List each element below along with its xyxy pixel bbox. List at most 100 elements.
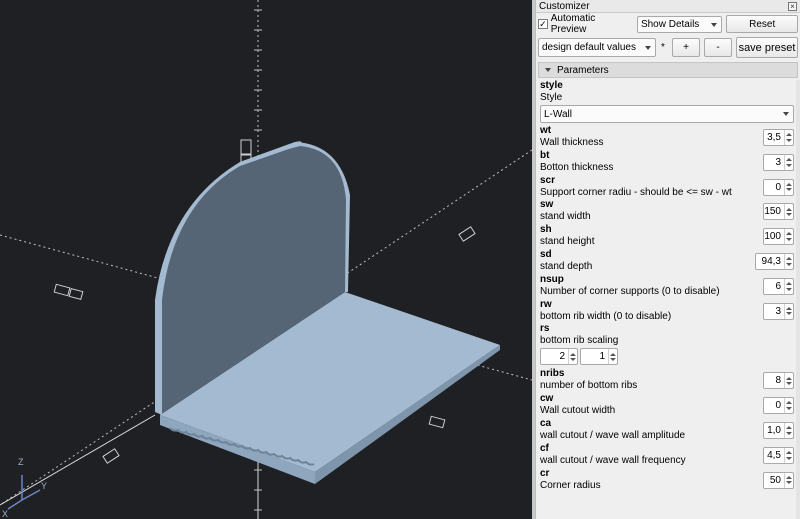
param-sd-input[interactable]: 94,3 bbox=[755, 252, 794, 270]
spin-up-icon[interactable] bbox=[786, 182, 792, 186]
param-name: scr bbox=[540, 174, 556, 186]
spin-down-icon[interactable] bbox=[786, 481, 792, 485]
chevron-down-icon bbox=[645, 46, 651, 50]
param-nsup-input[interactable]: 6 bbox=[763, 277, 794, 295]
spin-up-icon[interactable] bbox=[786, 306, 792, 310]
spin-up-icon[interactable] bbox=[786, 401, 792, 405]
3d-viewport[interactable]: Z Y X bbox=[0, 0, 532, 519]
param-desc: wall cutout / wave wall frequency bbox=[540, 454, 686, 466]
param-name: rw bbox=[540, 298, 552, 310]
spin-down-icon[interactable] bbox=[786, 213, 792, 217]
param-name: cf bbox=[540, 442, 549, 454]
param-sw-input[interactable]: 150 bbox=[763, 203, 794, 221]
param-cw: cw Wall cutout width 0 bbox=[540, 393, 794, 418]
param-desc: Style bbox=[540, 92, 563, 103]
param-name: bt bbox=[540, 149, 550, 161]
axis-gizmo: Z Y X bbox=[2, 457, 47, 519]
param-sw: sw stand width 150 bbox=[540, 199, 794, 224]
spin-up-icon[interactable] bbox=[786, 282, 792, 286]
spin-down-icon[interactable] bbox=[786, 237, 792, 241]
parameters-list: style Style L-Wall wt Wall thickness 3,5 bt… bbox=[540, 80, 794, 492]
scrollbar[interactable] bbox=[796, 80, 800, 519]
spin-up-icon[interactable] bbox=[786, 451, 792, 455]
param-nribs: nribs number of bottom ribs 8 bbox=[540, 368, 794, 393]
spin-down-icon[interactable] bbox=[786, 456, 792, 460]
param-desc: Corner radius bbox=[540, 479, 601, 491]
spin-down-icon[interactable] bbox=[786, 431, 792, 435]
param-desc: bottom rib scaling bbox=[540, 335, 619, 347]
spin-up-icon[interactable] bbox=[786, 376, 792, 380]
modified-marker: * bbox=[661, 42, 665, 53]
param-name: sw bbox=[540, 199, 554, 211]
spin-up-icon[interactable] bbox=[786, 475, 792, 479]
close-icon[interactable]: × bbox=[788, 1, 797, 11]
param-desc: Wall thickness bbox=[540, 137, 604, 148]
param-cw-input[interactable]: 0 bbox=[763, 397, 794, 415]
param-rw-input[interactable]: 3 bbox=[763, 302, 794, 320]
customizer-title: Customizer bbox=[539, 0, 590, 12]
save-preset-button[interactable]: save preset bbox=[736, 37, 798, 58]
add-preset-button[interactable]: + bbox=[672, 38, 700, 57]
spin-down-icon bbox=[610, 358, 616, 362]
spin-up-icon[interactable] bbox=[786, 426, 792, 430]
param-scr-input[interactable]: 0 bbox=[763, 178, 794, 196]
reset-button[interactable]: Reset bbox=[726, 15, 799, 33]
spin-down-icon[interactable] bbox=[786, 188, 792, 192]
param-sh: sh stand height 100 bbox=[540, 224, 794, 249]
x-axis-label: X bbox=[2, 509, 8, 519]
param-ca-input[interactable]: 1,0 bbox=[763, 421, 794, 439]
param-desc: bottom rib width (0 to disable) bbox=[540, 310, 672, 322]
customizer-titlebar: Customizer × bbox=[536, 0, 800, 13]
param-name: cr bbox=[540, 467, 550, 479]
parameters-header[interactable]: Parameters bbox=[538, 62, 798, 78]
spin-up-icon[interactable] bbox=[786, 232, 792, 236]
param-name: nribs bbox=[540, 368, 565, 380]
remove-preset-button[interactable]: - bbox=[704, 38, 732, 57]
chevron-down-icon bbox=[711, 22, 718, 27]
z-axis-label: Z bbox=[18, 457, 24, 467]
y-axis-label: Y bbox=[41, 481, 47, 491]
param-name: cw bbox=[540, 393, 554, 405]
spin-up-icon[interactable] bbox=[786, 133, 792, 137]
rs-spin-1[interactable]: 1 bbox=[580, 348, 618, 366]
param-cf: cf wall cutout / wave wall frequency 4,5 bbox=[540, 443, 794, 468]
spin-down-icon[interactable] bbox=[786, 262, 792, 266]
spin-up-icon[interactable] bbox=[786, 207, 792, 211]
param-desc: Support corner radiu - should be <= sw -… bbox=[540, 186, 732, 198]
details-select[interactable]: Show Details bbox=[636, 15, 723, 33]
param-bt-input[interactable]: 3 bbox=[763, 153, 794, 171]
viewport-canvas[interactable]: Z Y X bbox=[0, 0, 532, 519]
spin-down-icon[interactable] bbox=[786, 406, 792, 410]
param-name: wt bbox=[540, 125, 552, 136]
automatic-preview-checkbox[interactable]: ✓ bbox=[538, 19, 548, 29]
param-bt: bt Botton thickness 3 bbox=[540, 150, 794, 175]
spin-up-icon[interactable] bbox=[786, 158, 792, 162]
param-nribs-input[interactable]: 8 bbox=[763, 372, 794, 390]
param-desc: wall cutout / wave wall amplitude bbox=[540, 429, 686, 441]
param-wt: wt Wall thickness 3,5 bbox=[540, 125, 794, 150]
param-cf-input[interactable]: 4,5 bbox=[763, 446, 794, 464]
spin-up-icon bbox=[610, 352, 616, 356]
param-name: ca bbox=[540, 417, 552, 429]
param-name: sh bbox=[540, 224, 552, 236]
collapse-icon bbox=[545, 68, 551, 72]
style-select[interactable]: L-Wall bbox=[540, 105, 794, 123]
spin-down-icon[interactable] bbox=[786, 312, 792, 316]
param-desc: stand height bbox=[540, 236, 595, 248]
spin-down-icon[interactable] bbox=[786, 138, 792, 142]
param-scr: scr Support corner radiu - should be <= s… bbox=[540, 175, 794, 200]
preset-select[interactable]: design default values bbox=[538, 38, 656, 57]
param-name: rs bbox=[540, 323, 550, 335]
param-cr-input[interactable]: 50 bbox=[763, 471, 794, 489]
spin-down-icon[interactable] bbox=[786, 382, 792, 386]
rs-spin-0[interactable]: 2 bbox=[540, 348, 578, 366]
spin-up-icon bbox=[570, 352, 576, 356]
spin-up-icon[interactable] bbox=[786, 257, 792, 261]
preset-row: design default values * + - save preset bbox=[538, 37, 798, 58]
param-desc: number of bottom ribs bbox=[540, 380, 638, 392]
spin-down-icon[interactable] bbox=[786, 163, 792, 167]
customizer-panel: Customizer × ✓ Automatic Preview Show De… bbox=[535, 0, 800, 519]
spin-down-icon[interactable] bbox=[786, 287, 792, 291]
param-wt-input[interactable]: 3,5 bbox=[763, 129, 794, 146]
param-sh-input[interactable]: 100 bbox=[763, 228, 794, 246]
